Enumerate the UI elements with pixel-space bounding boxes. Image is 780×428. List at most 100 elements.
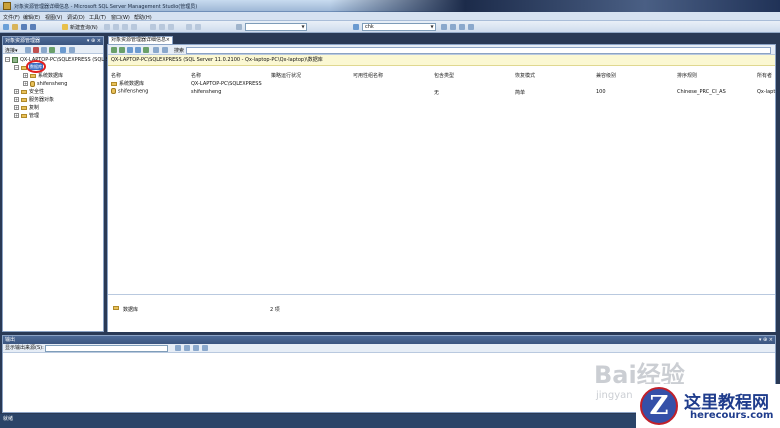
table-row[interactable]: 系统数据库 — [111, 80, 144, 87]
tree-node-replication[interactable]: + 复制 — [14, 104, 39, 112]
menu-edit[interactable]: 编辑(E) — [23, 14, 40, 21]
column-header-policy[interactable]: 策略运行状况 — [271, 72, 301, 79]
search-label: 搜索 — [174, 48, 185, 54]
expand-icon[interactable]: + — [14, 97, 19, 102]
open-file-icon[interactable] — [12, 24, 18, 30]
toolbar-icon[interactable] — [104, 24, 110, 30]
chevron-down-icon: ▼ — [301, 24, 305, 29]
toolbar-icon[interactable] — [113, 24, 119, 30]
database-icon — [111, 88, 116, 94]
tree-node-system-databases[interactable]: + 系统数据库 — [23, 72, 63, 80]
save-all-icon[interactable] — [30, 24, 36, 30]
column-header-server[interactable]: 名称 — [191, 72, 201, 79]
panel-pin-close-icon[interactable]: ▾ ⊕ × — [87, 37, 101, 45]
new-query-icon[interactable] — [62, 24, 68, 30]
start-debug-icon[interactable] — [236, 24, 242, 30]
menu-help[interactable]: 帮助(H) — [134, 14, 152, 21]
undo-icon[interactable] — [186, 24, 192, 30]
toolbar-icon[interactable] — [459, 24, 465, 30]
menu-file[interactable]: 文件(F) — [3, 14, 20, 21]
panel-pin-close-icon[interactable]: ▾ ⊕ × — [759, 336, 773, 344]
column-header-recovery[interactable]: 恢复模式 — [515, 72, 535, 79]
toolbar-icon[interactable] — [193, 345, 199, 351]
row-compat: 100 — [596, 89, 606, 95]
object-explorer-panel: 对象资源管理器 ▾ ⊕ × 连接▾ − QX-LAPTOP-PC\SQLEXPRE… — [2, 36, 109, 332]
collapse-icon[interactable]: − — [14, 65, 19, 70]
column-header-owner[interactable]: 所有者 — [757, 72, 772, 79]
cut-icon[interactable] — [150, 24, 156, 30]
expand-icon[interactable]: + — [14, 89, 19, 94]
tree-node-shifensheng[interactable]: + shifensheng — [23, 80, 67, 88]
search-input[interactable] — [186, 47, 771, 54]
folder-icon — [113, 306, 119, 310]
collapse-icon[interactable] — [69, 47, 75, 53]
window-title: 对象资源管理器详细信息 - Microsoft SQL Server Manag… — [14, 4, 198, 10]
toolbar-icon[interactable] — [441, 24, 447, 30]
redo-icon[interactable] — [195, 24, 201, 30]
close-icon[interactable]: × — [166, 37, 170, 44]
menu-window[interactable]: 窗口(W) — [111, 14, 130, 21]
tree-node-management[interactable]: + 管理 — [14, 112, 39, 120]
toolbar-icon[interactable] — [122, 24, 128, 30]
column-header-collation[interactable]: 排序规则 — [677, 72, 697, 79]
stop-icon[interactable] — [41, 47, 47, 53]
output-header: 输出 ▾ ⊕ × — [3, 336, 775, 344]
tab-object-explorer-details[interactable]: 对象资源管理器详细信息 × — [108, 36, 173, 44]
new-project-icon[interactable] — [3, 24, 9, 30]
site-logo-icon: Z — [640, 387, 678, 425]
toolbar-icon[interactable] — [184, 345, 190, 351]
output-source-select[interactable] — [45, 345, 168, 352]
connect-icon[interactable] — [25, 47, 31, 53]
report-icon[interactable] — [162, 47, 168, 53]
output-toolbar: 显示输出来源(S): — [3, 344, 775, 353]
tree-node-server[interactable]: − QX-LAPTOP-PC\SQLEXPRESS (SQL S — [5, 56, 109, 64]
solution-config-combo[interactable]: ▼ — [245, 23, 307, 31]
refresh-icon[interactable] — [60, 47, 66, 53]
refresh-icon[interactable] — [135, 47, 141, 53]
find-combo[interactable]: chk ▼ — [362, 23, 436, 31]
object-explorer-toolbar: 连接▾ — [3, 45, 103, 54]
database-icon — [30, 80, 35, 87]
back-icon[interactable] — [111, 47, 117, 53]
menu-debug[interactable]: 调试(D) — [67, 14, 85, 21]
folder-icon — [21, 97, 27, 102]
menu-bar: 文件(F) 编辑(E) 视图(V) 调试(D) 工具(T) 窗口(W) 帮助(H… — [0, 12, 780, 21]
toolbar-icon[interactable] — [175, 345, 181, 351]
column-header-name[interactable]: 名称 — [111, 72, 121, 79]
sync-icon[interactable] — [127, 47, 133, 53]
paste-icon[interactable] — [168, 24, 174, 30]
standard-toolbar: 新建查询(N) ▼ chk ▼ — [0, 21, 780, 33]
output-source-label: 显示输出来源(S): — [5, 345, 44, 351]
tree-node-security[interactable]: + 安全性 — [14, 88, 44, 96]
toolbar-icon[interactable] — [450, 24, 456, 30]
find-icon[interactable] — [353, 24, 359, 30]
connect-button[interactable]: 连接▾ — [5, 47, 18, 54]
toolbar-icon[interactable] — [468, 24, 474, 30]
expand-icon[interactable]: + — [23, 73, 28, 78]
filter-icon[interactable] — [143, 47, 149, 53]
menu-view[interactable]: 视图(V) — [45, 14, 62, 21]
column-header-containment[interactable]: 包含类型 — [434, 72, 454, 79]
column-header-compat[interactable]: 兼容级别 — [596, 72, 616, 79]
details-toolbar: 搜索 — [108, 45, 775, 55]
row-server: QX-LAPTOP-PC\SQLEXPRESS — [191, 81, 262, 87]
search-icon[interactable] — [153, 47, 159, 53]
folder-icon — [21, 105, 27, 110]
column-header-availability-group[interactable]: 可用性组名称 — [353, 72, 383, 79]
toolbar-icon[interactable] — [202, 345, 208, 351]
toolbar-icon[interactable] — [131, 24, 137, 30]
save-icon[interactable] — [21, 24, 27, 30]
tree-node-server-objects[interactable]: + 服务器对象 — [14, 96, 54, 104]
new-query-button[interactable]: 新建查询(N) — [70, 24, 98, 31]
expand-icon[interactable]: + — [23, 81, 28, 86]
collapse-icon[interactable]: − — [5, 57, 10, 62]
filter-icon[interactable] — [49, 47, 55, 53]
server-icon — [12, 56, 18, 63]
menu-tools[interactable]: 工具(T) — [89, 14, 106, 21]
table-row[interactable]: shifensheng — [111, 88, 148, 95]
expand-icon[interactable]: + — [14, 105, 19, 110]
forward-icon[interactable] — [119, 47, 125, 53]
expand-icon[interactable]: + — [14, 113, 19, 118]
disconnect-icon[interactable] — [33, 47, 39, 53]
copy-icon[interactable] — [159, 24, 165, 30]
